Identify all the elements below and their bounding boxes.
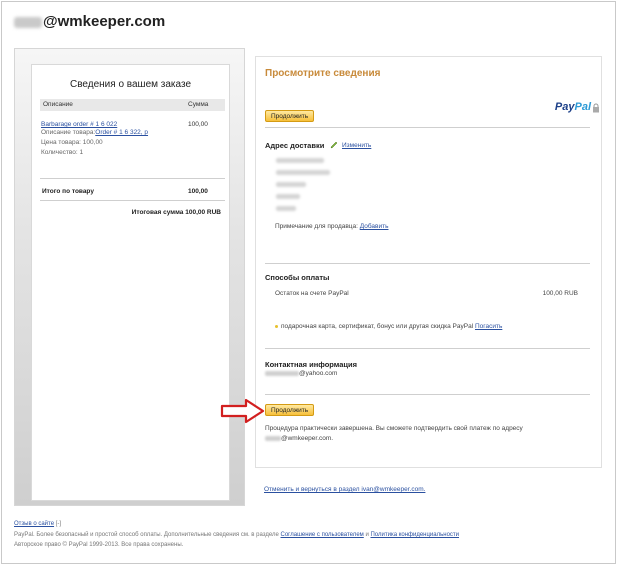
user-email-domain: @wmkeeper.com (43, 13, 166, 30)
redacted-text (265, 435, 281, 441)
redeem-link[interactable]: Погасить (475, 323, 502, 330)
cancel-return-link[interactable]: Отменить и вернуться в раздел ivan@wmkee… (264, 486, 425, 493)
redacted-text (265, 370, 299, 376)
order-item-link[interactable]: Barbarage order # 1 6 022 (41, 121, 117, 128)
redacted-text (276, 194, 300, 199)
order-item-amount: 100,00 (188, 121, 208, 128)
paypal-logo-pay: Pay (554, 101, 575, 113)
divider (40, 178, 225, 179)
subtotal-value: 100,00 (188, 188, 208, 195)
subtotal-label: Итого по товару (42, 188, 94, 195)
balance-label: Остаток на счете PayPal (275, 290, 349, 297)
seller-note-label: Примечание для продавца: (275, 223, 358, 230)
footer-info: PayPal. Более безопасный и простой спосо… (14, 532, 459, 538)
gift-card-line: подарочная карта, сертификат, бонус или … (281, 323, 502, 330)
order-total: Итоговая сумма 100,00 RUB (131, 209, 221, 216)
final-message-email-domain: @wmkeeper.com. (281, 435, 334, 442)
order-table-header: Описание Сумма (40, 99, 225, 111)
payment-heading: Способы оплаты (265, 273, 330, 282)
col-description: Описание (43, 101, 73, 108)
redacted-text (14, 16, 42, 28)
footer-and-text: и (365, 532, 369, 538)
shipping-heading: Адрес доставки (265, 141, 325, 150)
redacted-text (276, 170, 330, 175)
final-message-line1: Процедура практически завершена. Вы смож… (265, 425, 523, 432)
divider (265, 394, 590, 395)
balance-value: 100,00 RUB (542, 290, 578, 297)
continue-button-top[interactable]: Продолжить (265, 110, 315, 122)
contact-heading: Контактная информация (265, 360, 358, 369)
divider (265, 348, 590, 349)
lock-icon (593, 103, 599, 113)
order-item-price: Цена товара: 100,00 (41, 139, 103, 146)
redacted-text (276, 158, 324, 163)
seller-note: Примечание для продавца: Добавить (275, 223, 389, 230)
redacted-text (276, 182, 306, 187)
bullet-icon (275, 325, 278, 328)
feedback-link[interactable]: Отзыв о сайте (14, 521, 54, 527)
review-title: Просмотрите сведения (265, 68, 381, 79)
divider (40, 200, 225, 201)
continue-button-bottom[interactable]: Продолжить (265, 404, 315, 416)
redacted-text (276, 206, 296, 211)
user-agreement-link[interactable]: Соглашение с пользователем (281, 532, 364, 538)
arrow-right-icon (220, 398, 265, 424)
change-address-link[interactable]: Изменить (342, 142, 371, 149)
paypal-logo-pal: Pal (574, 101, 591, 113)
footer-copyright: Авторское право © PayPal 1999-2013. Все … (14, 542, 184, 548)
review-panel: Просмотрите сведения Продолжить PayPal А… (255, 56, 602, 468)
order-item-description-link[interactable]: Order # 1 6 322, р (95, 129, 148, 136)
order-summary-panel: Сведения о вашем заказе Описание Сумма B… (14, 48, 245, 506)
feedback-mark: [-] (55, 521, 62, 527)
order-summary-title: Сведения о вашем заказе (69, 79, 192, 90)
add-note-link[interactable]: Добавить (360, 223, 389, 230)
gift-card-text: подарочная карта, сертификат, бонус или … (281, 323, 474, 330)
footer-feedback: Отзыв о сайте [-] (14, 521, 61, 527)
order-item-description: Описание товара:Order # 1 6 322, р (41, 129, 148, 136)
order-summary-box: Сведения о вашем заказе Описание Сумма B… (31, 64, 230, 501)
col-amount: Сумма (188, 101, 209, 108)
footer-info-text: PayPal. Более безопасный и простой спосо… (14, 532, 279, 538)
divider (265, 127, 590, 128)
contact-email-domain: @yahoo.com (299, 370, 338, 377)
order-item-description-label: Описание товара: (41, 129, 96, 136)
pencil-icon (330, 141, 338, 149)
contact-email: @yahoo.com (265, 370, 337, 377)
divider (265, 263, 590, 264)
final-message-line2: @wmkeeper.com. (265, 435, 333, 442)
paypal-logo: PayPal (555, 101, 591, 113)
privacy-policy-link[interactable]: Политика конфиденциальности (370, 532, 459, 538)
user-email: @wmkeeper.com (14, 13, 165, 30)
order-item-quantity: Количество: 1 (41, 149, 84, 156)
